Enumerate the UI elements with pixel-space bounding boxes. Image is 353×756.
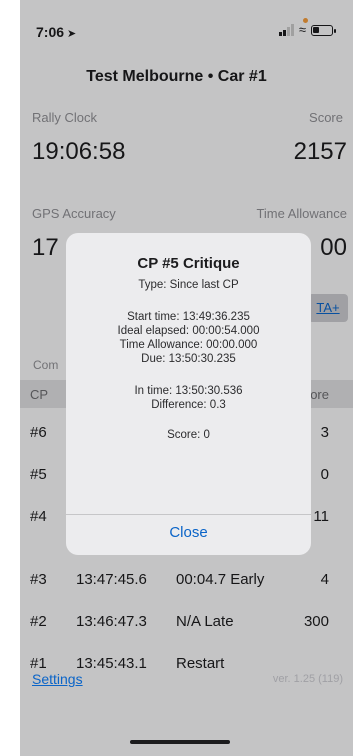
dialog-start-time: Start time: 13:49:36.235: [127, 311, 250, 323]
dialog-time-allowance: Time Allowance: 00:00.000: [119, 339, 258, 351]
app-screen: 7:06 ➤ ≈ Test Melbourne • Car #1 Rally Cl…: [0, 0, 353, 756]
version-label: ver. 1.25 (119): [272, 673, 343, 685]
critique-dialog: CP #5 Critique Type: Since last CP Start…: [66, 233, 311, 555]
dialog-divider: [66, 514, 311, 515]
left-margin: [0, 0, 20, 756]
dialog-type: Type: Since last CP: [138, 279, 239, 291]
dialog-score: Score: 0: [167, 429, 210, 441]
close-button[interactable]: Close: [66, 524, 311, 541]
dialog-difference: Difference: 0.3: [151, 399, 226, 411]
dialog-ideal-elapsed: Ideal elapsed: 00:00:54.000: [117, 325, 260, 337]
settings-link[interactable]: Settings: [32, 671, 83, 687]
home-indicator[interactable]: [130, 740, 230, 744]
dialog-due: Due: 13:50:30.235: [141, 353, 236, 365]
dialog-in-time: In time: 13:50:30.536: [134, 385, 243, 397]
dialog-title: CP #5 Critique: [137, 255, 240, 272]
